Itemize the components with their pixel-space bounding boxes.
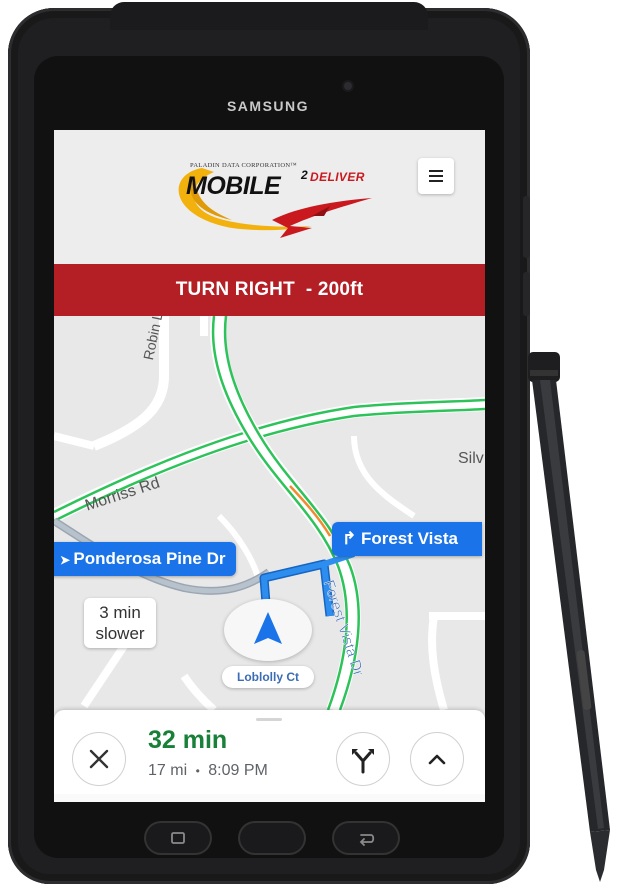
turn-arrow-icon: ➤ xyxy=(60,553,74,567)
separator: • xyxy=(195,764,200,778)
trip-details: 17 mi • 8:09 PM xyxy=(148,762,268,780)
power-button[interactable] xyxy=(523,272,530,316)
current-street-label: Loblolly Ct xyxy=(222,666,314,688)
alternate-route-label: Ponderosa Pine Dr xyxy=(73,549,226,568)
tablet-bumper xyxy=(110,2,428,30)
next-turn-label: Forest Vista xyxy=(360,529,458,548)
alternate-route-delay[interactable]: 3 min slower xyxy=(84,598,156,648)
app-header: PALADIN DATA CORPORATION™ MOBILE 2 DELIV… xyxy=(54,130,485,264)
alternate-route-chip[interactable]: ➤ Ponderosa Pine Dr xyxy=(54,542,236,576)
logo-accent-text: DELIVER xyxy=(310,170,365,184)
navigation-arrow-icon xyxy=(254,612,282,644)
back-icon xyxy=(359,834,375,846)
next-turn-chip[interactable]: ↱ Forest Vista xyxy=(332,522,482,556)
delay-label: slower xyxy=(95,624,145,643)
screen-bottom-edge xyxy=(54,794,485,802)
stylus-pen xyxy=(528,352,610,882)
logo-main-text: MOBILE xyxy=(186,172,281,200)
turn-instruction-banner: TURN RIGHT - 200ft xyxy=(54,264,485,316)
recent-apps-button[interactable] xyxy=(146,823,210,853)
navigation-map[interactable]: Robin Ln Morriss Rd Silv Forest Vista Dr… xyxy=(54,316,485,710)
alternate-routes-icon xyxy=(351,748,374,773)
recent-apps-icon xyxy=(171,832,185,844)
current-location-marker xyxy=(224,599,312,661)
trip-bottom-sheet[interactable]: 32 min 17 mi • 8:09 PM xyxy=(54,710,485,802)
duration-value: 32 min xyxy=(148,726,228,754)
sheet-grip-handle[interactable] xyxy=(256,718,282,721)
volume-button[interactable] xyxy=(523,196,530,258)
device-brand: SAMSUNG xyxy=(226,98,310,114)
close-icon xyxy=(89,749,108,768)
arrival-time: 8:09 PM xyxy=(208,762,268,779)
app-screen: PALADIN DATA CORPORATION™ MOBILE 2 DELIV… xyxy=(54,130,485,802)
alternate-routes-button[interactable] xyxy=(336,732,390,786)
expand-sheet-button[interactable] xyxy=(410,732,464,786)
menu-button[interactable] xyxy=(418,158,454,194)
turn-right-arrow-icon: ↱ xyxy=(342,529,361,548)
logo-company-text: PALADIN DATA CORPORATION™ xyxy=(190,162,298,169)
logo-superscript: 2 xyxy=(301,168,308,182)
front-camera xyxy=(344,82,352,90)
street-label: Silv xyxy=(458,450,484,467)
trip-duration: 32 min xyxy=(148,726,227,755)
trip-distance: 17 mi xyxy=(148,762,188,779)
delay-time: 3 min xyxy=(99,603,141,622)
close-navigation-button[interactable] xyxy=(72,732,126,786)
home-button[interactable] xyxy=(240,823,304,853)
back-button[interactable] xyxy=(334,823,398,853)
chevron-up-icon xyxy=(428,754,445,764)
